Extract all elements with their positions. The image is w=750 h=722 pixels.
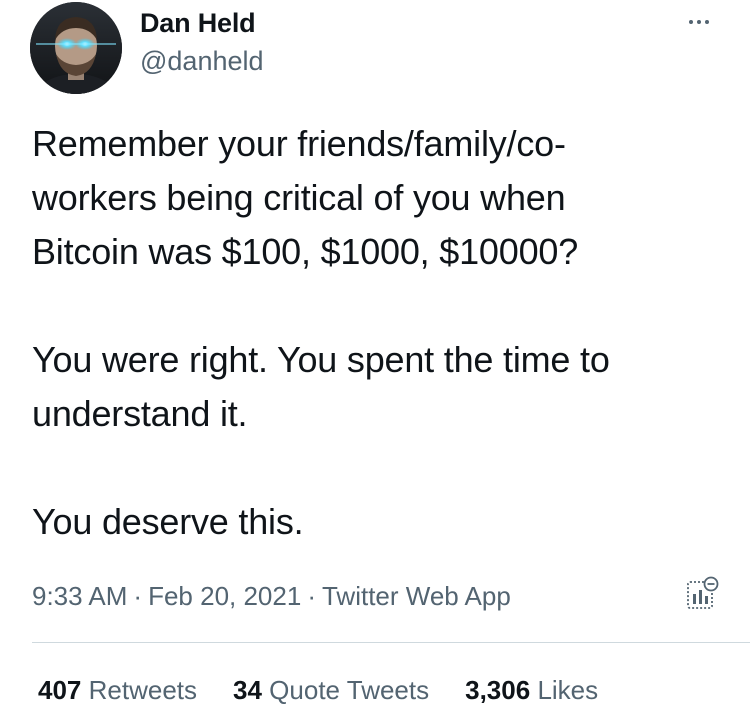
tweet-paragraph: You were right. You spent the time to un… [32, 339, 610, 434]
tweet-stats: 407 Retweets 34 Quote Tweets 3,306 Likes [38, 672, 634, 708]
analytics-icon[interactable] [684, 576, 720, 612]
tweet-text: Remember your friends/family/co- workers… [32, 117, 732, 549]
tweet-meta: 9:33 AM · Feb 20, 2021 · Twitter Web App [32, 578, 511, 614]
likes-stat[interactable]: 3,306 Likes [465, 672, 598, 708]
more-options-button[interactable] [678, 4, 720, 40]
tweet-paragraph: You deserve this. [32, 501, 304, 542]
quote-tweets-count: 34 [233, 675, 262, 705]
more-dots-icon [697, 20, 701, 24]
likes-label: Likes [537, 675, 599, 705]
tweet-source[interactable]: Twitter Web App [322, 581, 511, 611]
quote-tweets-stat[interactable]: 34 Quote Tweets [233, 672, 429, 708]
author-display-name[interactable]: Dan Held [140, 6, 256, 40]
retweets-count: 407 [38, 675, 82, 705]
retweets-label: Retweets [88, 675, 198, 705]
quote-tweets-label: Quote Tweets [269, 675, 430, 705]
meta-separator: · [133, 581, 143, 611]
avatar[interactable] [30, 2, 122, 94]
tweet-time[interactable]: 9:33 AM [32, 581, 127, 611]
divider [32, 642, 750, 643]
likes-count: 3,306 [465, 675, 531, 705]
avatar-image [30, 2, 122, 94]
analytics-icon-graphic [687, 576, 719, 609]
tweet-paragraph: Remember your friends/family/co- workers… [32, 123, 579, 272]
more-dots-icon [689, 20, 693, 24]
meta-separator: · [307, 581, 316, 611]
more-dots-icon [705, 20, 709, 24]
retweets-stat[interactable]: 407 Retweets [38, 672, 197, 708]
tweet-date[interactable]: Feb 20, 2021 [148, 581, 301, 611]
author-handle[interactable]: @danheld [140, 44, 264, 78]
